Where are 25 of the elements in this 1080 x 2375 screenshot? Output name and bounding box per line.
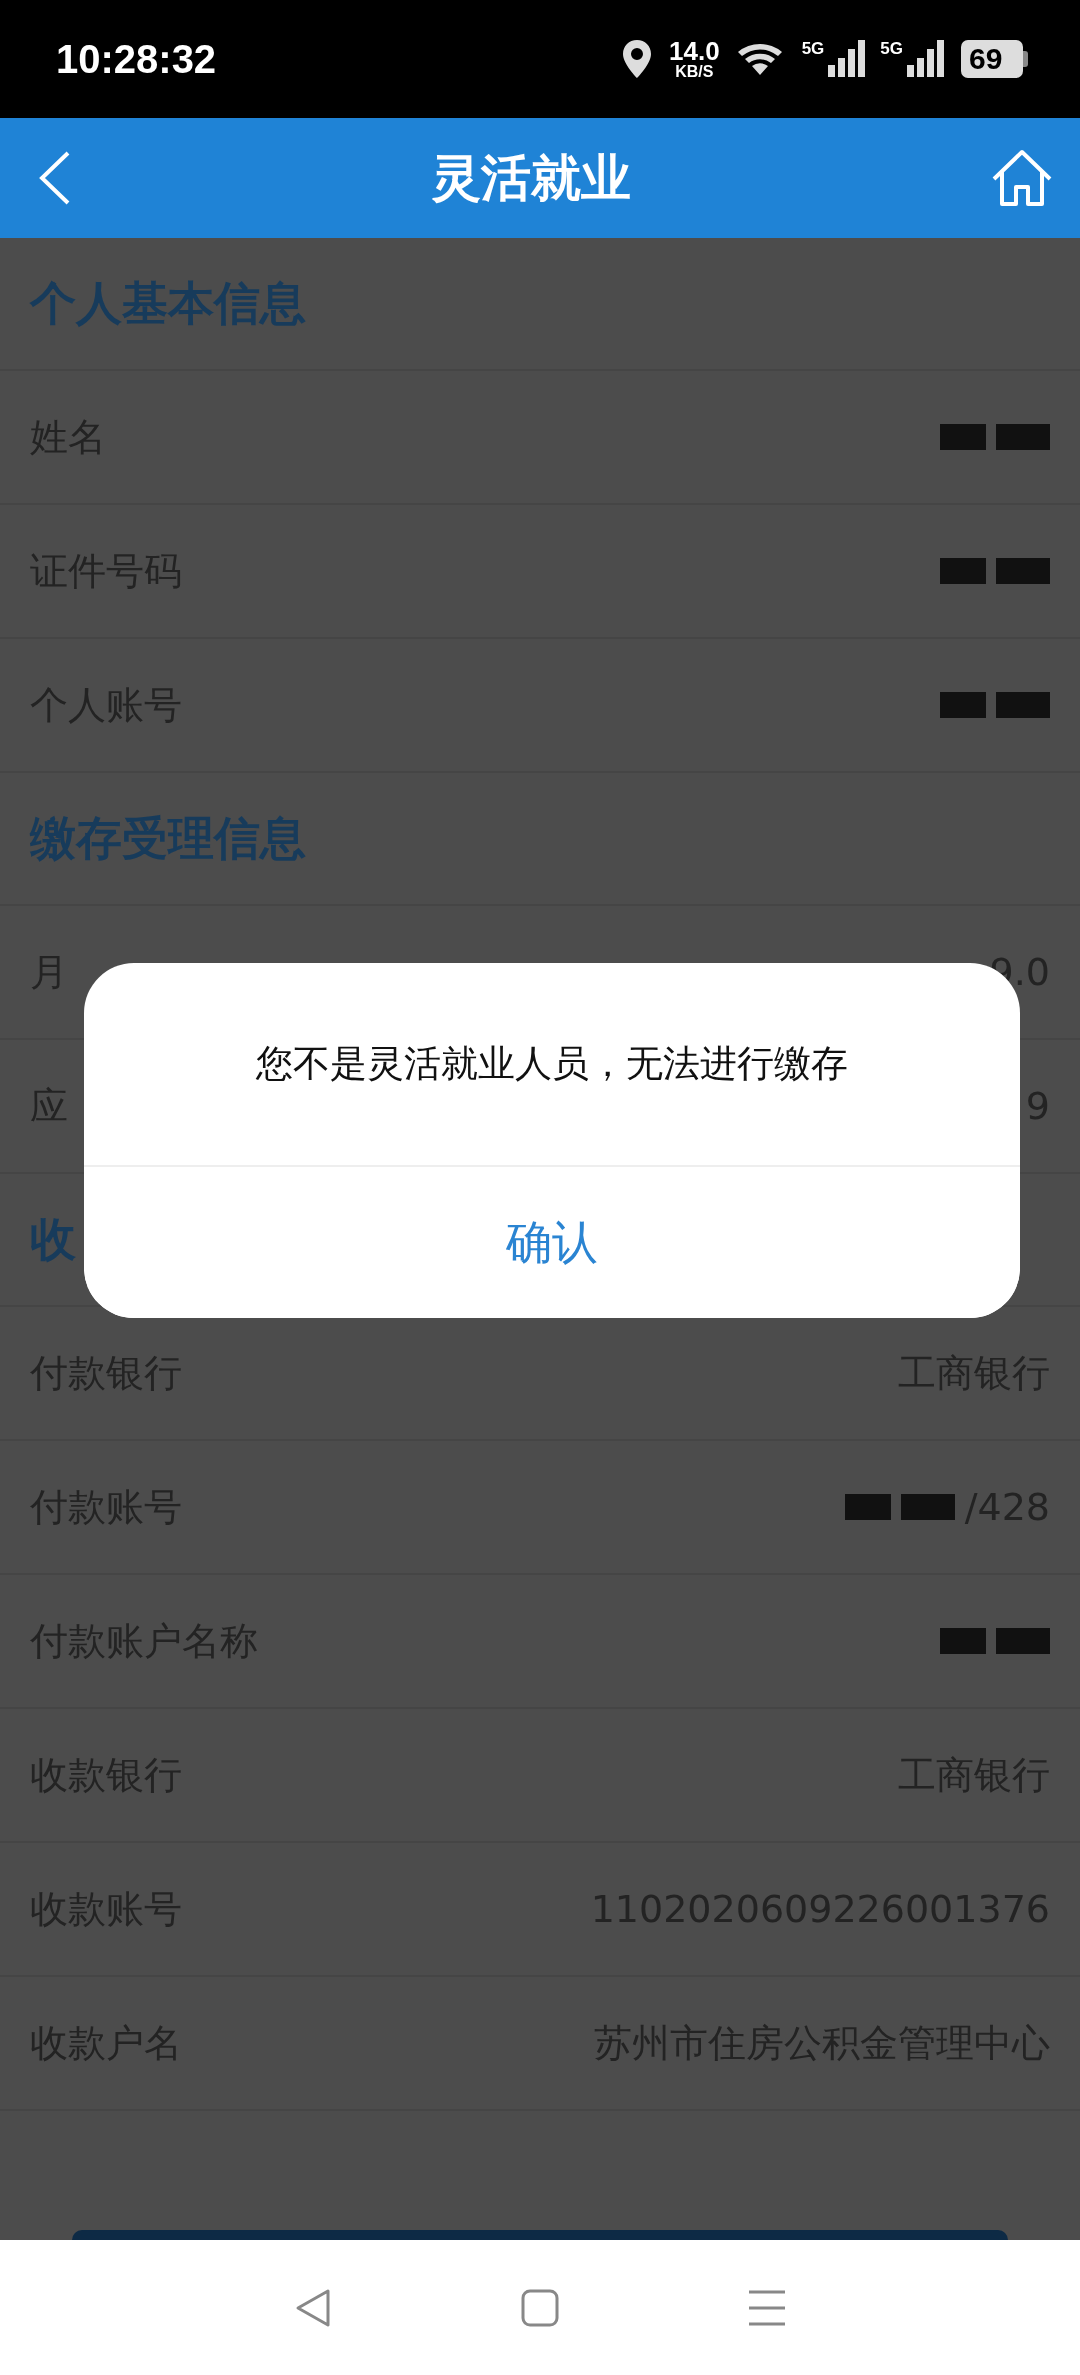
redaction-mark [996,558,1050,584]
network-type: 5G [801,39,825,59]
redaction-mark [996,692,1050,718]
redaction-mark [996,424,1050,450]
network-type: 5G [880,39,903,59]
redaction-mark [940,558,986,584]
home-icon[interactable] [990,149,1054,207]
network-speed: 14.0 [669,38,720,64]
signal-icon [826,39,867,79]
redaction-mark [940,424,986,450]
speed-unit: KB/S [675,64,714,80]
menu-icon[interactable] [747,2289,786,2326]
home-icon[interactable] [521,2288,559,2327]
redaction-mark [900,1494,955,1520]
alert-message: 您不是灵活就业人员，无法进行缴存 [256,1041,848,1087]
redaction-mark [940,1628,986,1654]
redaction-mark [844,1494,891,1520]
page-title: 灵活就业 [431,147,631,209]
redaction-mark [996,1628,1050,1654]
location-icon [621,39,653,79]
clock-time: 10:28:32 [56,36,218,82]
redaction-mark [940,692,986,718]
signal-icon [905,39,945,79]
back-icon[interactable] [294,2287,333,2328]
back-icon[interactable] [38,150,72,206]
